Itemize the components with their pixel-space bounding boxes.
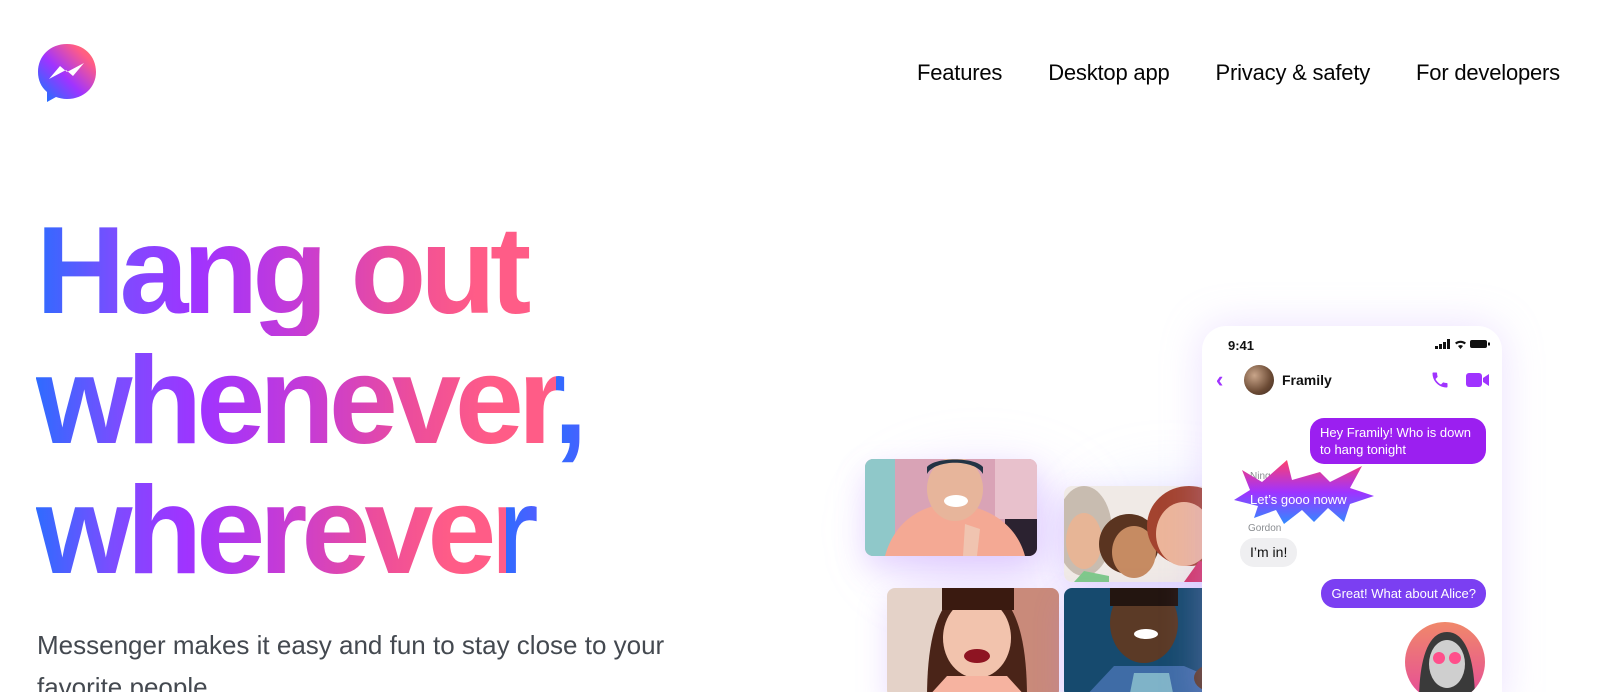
nav-desktop-app[interactable]: Desktop app bbox=[1048, 60, 1170, 86]
status-icons bbox=[1435, 339, 1490, 349]
message-bubble-incoming: I’m in! bbox=[1240, 538, 1298, 567]
signal-icon bbox=[1435, 339, 1450, 349]
wifi-icon bbox=[1455, 340, 1466, 349]
message-sender: Gordon bbox=[1248, 523, 1282, 534]
status-time: 9:41 bbox=[1228, 338, 1255, 353]
hero-title: Hang out whenever, wherever bbox=[36, 206, 656, 596]
back-chevron-icon[interactable]: ‹ bbox=[1216, 367, 1240, 393]
top-nav: Features Desktop app Privacy & safety Fo… bbox=[917, 60, 1560, 86]
hero-title-line: whenever, bbox=[36, 336, 656, 466]
message-bubble-burst: Let’s gooo noww bbox=[1250, 492, 1347, 507]
nav-for-developers[interactable]: For developers bbox=[1416, 60, 1560, 86]
phone-call-icon[interactable] bbox=[1430, 370, 1450, 390]
chat-name: Framily bbox=[1282, 372, 1332, 388]
nav-privacy-safety[interactable]: Privacy & safety bbox=[1216, 60, 1371, 86]
alice-avatar bbox=[1405, 622, 1485, 692]
message-bubble-outgoing: Great! What about Alice? bbox=[1321, 579, 1486, 608]
video-call-icon[interactable] bbox=[1466, 371, 1490, 389]
messenger-logo-icon[interactable] bbox=[36, 42, 98, 104]
group-avatar bbox=[1244, 365, 1274, 395]
nav-features[interactable]: Features bbox=[917, 60, 1002, 86]
hero-subtitle: Messenger makes it easy and fun to stay … bbox=[37, 630, 665, 692]
chat-header: ‹ Framily bbox=[1216, 364, 1490, 396]
battery-icon bbox=[1470, 340, 1490, 348]
hero-title-line: wherever bbox=[36, 466, 656, 596]
hero-title-line: Hang out bbox=[36, 206, 656, 336]
video-call-photo-woman-red-lips bbox=[887, 588, 1059, 692]
message-bubble-outgoing: Hey Framily! Who is down to hang tonight bbox=[1310, 418, 1486, 464]
video-call-photo-man-pink-hoodie bbox=[865, 459, 1037, 556]
